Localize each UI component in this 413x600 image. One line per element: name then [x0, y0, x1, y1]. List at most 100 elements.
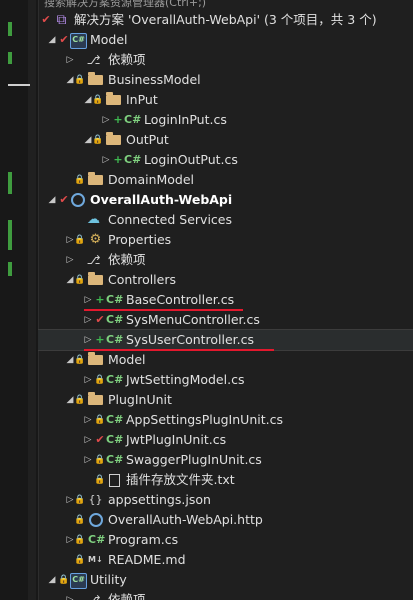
tree-item-webapi-project[interactable]: ◢ ✔ OverallAuth-WebApi	[38, 190, 413, 210]
collapsed-chevron-icon[interactable]: ▷	[82, 290, 94, 310]
tree-item-label: 依赖项	[108, 52, 146, 67]
lock-icon: 🔒	[94, 375, 106, 385]
tree-item-label: SysMenuController.cs	[126, 312, 260, 327]
editor-gutter	[0, 0, 39, 600]
check-icon: ✔	[95, 313, 105, 326]
tree-item-label: 依赖项	[108, 252, 146, 267]
tree-item-folder[interactable]: ◢ 🔒 Model	[38, 350, 413, 370]
tree-item-file[interactable]: ▷ + C# LoginInPut.cs	[38, 110, 413, 130]
added-icon: +	[95, 293, 105, 306]
added-icon: +	[113, 153, 123, 166]
tree-item-file[interactable]: ▷ 🔒 C# SwaggerPlugInUnit.cs	[38, 450, 413, 470]
change-marker	[8, 52, 12, 64]
folder-icon	[88, 392, 103, 405]
tree-item-folder[interactable]: ◢ 🔒 PlugInUnit	[38, 390, 413, 410]
lock-icon: 🔒	[94, 475, 106, 485]
tree-item-file[interactable]: 🔒 插件存放文件夹.txt	[38, 470, 413, 490]
tree-item-file[interactable]: 🔒 M↓ README.md	[38, 550, 413, 570]
solution-explorer-tree: 搜索解决方案资源管理器(Ctrl+;) ✔ ⧉ 解决方案 'OverallAut…	[38, 0, 413, 600]
csharp-file-icon: C#	[124, 153, 142, 166]
expanded-chevron-icon[interactable]: ◢	[46, 570, 58, 590]
json-file-icon: {}	[88, 493, 103, 506]
tree-item-folder[interactable]: 🔒 DomainModel	[38, 170, 413, 190]
tree-item-label: SwaggerPlugInUnit.cs	[126, 452, 262, 467]
lock-icon: 🔒	[74, 555, 86, 565]
added-icon: +	[113, 113, 123, 126]
collapsed-chevron-icon[interactable]: ▷	[64, 50, 76, 70]
tree-item-folder[interactable]: ◢ 🔒 BusinessModel	[38, 70, 413, 90]
lock-icon: 🔒	[74, 75, 86, 85]
tree-item-label: InPut	[126, 92, 158, 107]
tree-item-folder[interactable]: ◢ 🔒 Controllers	[38, 270, 413, 290]
tree-item-dependencies[interactable]: ▷ ⎇ 依赖项	[38, 590, 413, 600]
tree-item-label: Program.cs	[108, 532, 179, 547]
tree-item-file[interactable]: ▷ 🔒 C# JwtSettingModel.cs	[38, 370, 413, 390]
lock-icon: 🔒	[74, 535, 86, 545]
expanded-chevron-icon[interactable]: ◢	[46, 30, 58, 50]
tree-item-label: Model	[90, 32, 128, 47]
tree-item-label: BaseController.cs	[126, 292, 235, 307]
tree-item-file[interactable]: ▷ ✔ C# JwtPlugInUnit.cs	[38, 430, 413, 450]
tree-item-label: OverallAuth-WebApi	[90, 192, 233, 207]
collapsed-chevron-icon[interactable]: ▷	[64, 590, 76, 600]
search-placeholder: 搜索解决方案资源管理器(Ctrl+;)	[44, 0, 207, 9]
tree-item-label: OverallAuth-WebApi.http	[108, 512, 263, 527]
solution-node[interactable]: ✔ ⧉ 解决方案 'OverallAuth-WebApi' (3 个项目，共 3…	[38, 10, 413, 30]
lock-icon: 🔒	[94, 415, 106, 425]
collapsed-chevron-icon[interactable]: ▷	[82, 370, 94, 390]
change-marker	[8, 220, 12, 250]
lock-icon: 🔒	[74, 175, 86, 185]
tree-item-connected-services[interactable]: ☁ Connected Services	[38, 210, 413, 230]
tree-item-file[interactable]: ▷ + C# BaseController.cs	[38, 290, 413, 311]
tree-item-dependencies[interactable]: ▷ ⎇ 依赖项	[38, 250, 413, 270]
tree-item-label: PlugInUnit	[108, 392, 172, 407]
collapsed-chevron-icon[interactable]: ▷	[100, 150, 112, 170]
tree-item-label: LoginInPut.cs	[144, 112, 227, 127]
csharp-file-icon: C#	[106, 373, 124, 386]
tree-item-label: DomainModel	[108, 172, 195, 187]
csharp-file-icon: C#	[106, 413, 124, 426]
tree-item-label: SysUserController.cs	[126, 332, 255, 347]
markdown-file-icon: M↓	[88, 555, 103, 564]
collapsed-chevron-icon[interactable]: ▷	[82, 450, 94, 470]
change-marker	[8, 22, 12, 36]
tree-item-file[interactable]: ▷ 🔒 {} appsettings.json	[38, 490, 413, 510]
tree-item-file[interactable]: ▷ 🔒 C# Program.cs	[38, 530, 413, 550]
lock-icon: 🔒	[92, 95, 104, 105]
tree-item-file[interactable]: 🔒 OverallAuth-WebApi.http	[38, 510, 413, 530]
collapsed-chevron-icon[interactable]: ▷	[82, 430, 94, 450]
csharp-file-icon: C#	[106, 433, 124, 446]
collapsed-chevron-icon[interactable]: ▷	[82, 310, 94, 330]
tree-item-folder[interactable]: ◢ 🔒 InPut	[38, 90, 413, 110]
tree-item-file[interactable]: ▷ + C# LoginOutPut.cs	[38, 150, 413, 170]
check-icon: ✔	[95, 433, 105, 446]
collapsed-chevron-icon[interactable]: ▷	[82, 330, 94, 350]
tree-item-file[interactable]: ▷ 🔒 C# AppSettingsPlugInUnit.cs	[38, 410, 413, 430]
tree-item-folder[interactable]: ◢ 🔒 OutPut	[38, 130, 413, 150]
tree-item-properties[interactable]: ▷ 🔒 ⚙ Properties	[38, 230, 413, 250]
tree-item-label: README.md	[108, 552, 186, 567]
lock-icon: 🔒	[74, 395, 86, 405]
lock-icon: 🔒	[74, 235, 86, 245]
collapsed-chevron-icon[interactable]: ▷	[82, 410, 94, 430]
gutter-scroll-thumb[interactable]	[8, 84, 30, 86]
tree-item-file-selected[interactable]: ▷ + C# SysUserController.cs	[38, 329, 413, 351]
tree-item-label: 插件存放文件夹.txt	[126, 472, 235, 487]
tree-item-model-project[interactable]: ◢ ✔ C# Model	[38, 30, 413, 50]
gutter-scrollbar[interactable]	[28, 0, 36, 600]
tree-item-utility-project[interactable]: ◢ 🔒 C# Utility	[38, 570, 413, 590]
collapsed-chevron-icon[interactable]: ▷	[64, 250, 76, 270]
tree-item-dependencies[interactable]: ▷ ⎇ 依赖项	[38, 50, 413, 70]
collapsed-chevron-icon[interactable]: ▷	[100, 110, 112, 130]
tree-item-label: BusinessModel	[108, 72, 201, 87]
check-icon: ✔	[41, 13, 51, 26]
connected-services-icon: ☁	[87, 212, 100, 227]
added-icon: +	[95, 333, 105, 346]
csharp-project-icon: C#	[70, 33, 87, 49]
search-box[interactable]: 搜索解决方案资源管理器(Ctrl+;)	[38, 0, 413, 10]
tree-item-file[interactable]: ▷ ✔ C# SysMenuController.cs	[38, 310, 413, 330]
tree-item-label: Controllers	[108, 272, 176, 287]
expanded-chevron-icon[interactable]: ◢	[46, 190, 58, 210]
folder-icon	[88, 352, 103, 365]
text-file-icon	[109, 474, 120, 487]
